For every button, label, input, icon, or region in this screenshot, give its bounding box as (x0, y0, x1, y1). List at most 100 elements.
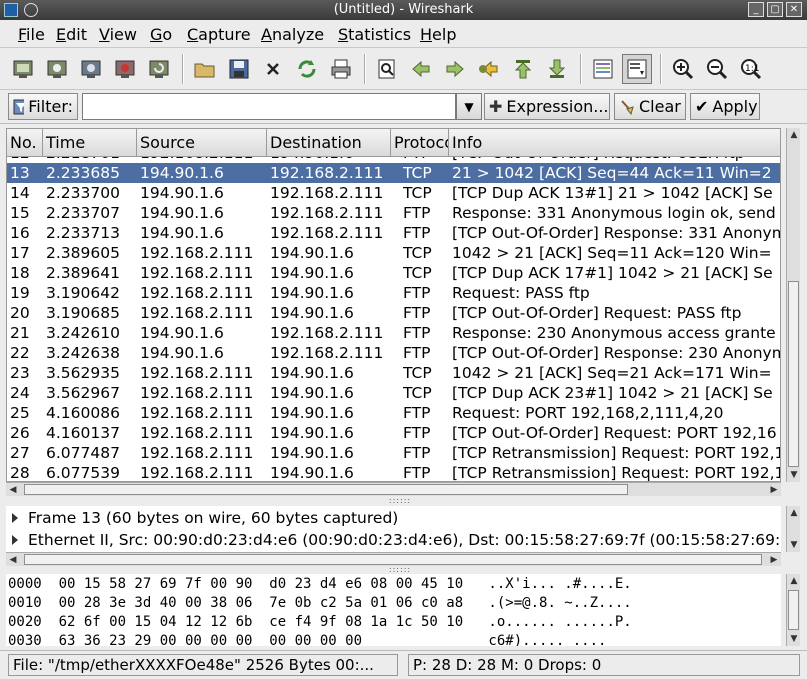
hex-row[interactable]: 0030 63 36 23 29 00 00 00 00 00 00 00 00… (8, 632, 606, 646)
expand-arrow-icon[interactable] (12, 535, 18, 545)
go-to-packet-icon[interactable] (474, 54, 504, 84)
filter-icon (13, 99, 25, 114)
packet-row[interactable]: 21 3.242610 194.90.1.6 192.168.2.111 FTP Resp… (7, 323, 780, 343)
go-back-icon[interactable] (406, 54, 436, 84)
zoom-normal-icon[interactable]: 1:1 (736, 54, 766, 84)
expression-label: Expression... (506, 97, 609, 116)
packet-row[interactable]: 17 2.389605 192.168.2.111 194.90.1.6 TCP 1042… (7, 243, 780, 263)
zoom-in-icon[interactable] (668, 54, 698, 84)
column-header-no[interactable]: No. (7, 129, 43, 156)
packet-row[interactable]: 28 6.077539 192.168.2.111 194.90.1.6 FTP [TCP… (7, 463, 780, 481)
minimize-icon[interactable]: _ (748, 2, 764, 17)
packet-details[interactable]: Frame 13 (60 bytes on wire, 60 bytes cap… (6, 506, 781, 552)
cell-dst: 194.90.1.6 (270, 424, 354, 442)
title-bar[interactable]: (Untitled) - Wireshark _ ▢ ✕ (0, 0, 807, 20)
scroll-right-icon[interactable]: ▶ (767, 553, 781, 567)
restart-capture-icon[interactable] (144, 54, 174, 84)
scroll-up-icon[interactable]: ▲ (787, 128, 801, 142)
reload-icon[interactable] (292, 54, 322, 84)
bytes-vscrollbar[interactable]: ▲ ▼ (786, 574, 800, 646)
pane-splitter[interactable]: :::::: (380, 566, 420, 574)
packet-row[interactable]: 20 3.190685 192.168.2.111 194.90.1.6 FTP [TCP… (7, 303, 780, 323)
packet-bytes[interactable]: 0000 00 15 58 27 69 7f 00 90 d0 23 d4 e6… (6, 574, 781, 646)
details-vscrollbar[interactable]: ▲ ▼ (786, 506, 800, 552)
packet-row[interactable]: 16 2.233713 194.90.1.6 192.168.2.111 FTP [TCP… (7, 223, 780, 243)
packet-row[interactable]: 14 2.233700 194.90.1.6 192.168.2.111 TCP [TCP… (7, 183, 780, 203)
packet-row[interactable]: 25 4.160086 192.168.2.111 194.90.1.6 FTP Requ… (7, 403, 780, 423)
cell-dst: 192.168.2.111 (270, 324, 384, 342)
scroll-left-icon[interactable]: ◀ (6, 483, 20, 497)
tree-item-ethernet[interactable]: Ethernet II, Src: 00:90:d0:23:d4:e6 (00:… (6, 529, 781, 551)
maximize-icon[interactable]: ▢ (767, 2, 783, 17)
hex-row[interactable]: 0020 62 6f 00 15 04 12 12 6b ce f4 9f 08… (8, 613, 632, 632)
details-hscrollbar[interactable]: ◀ ▶ (6, 552, 781, 566)
apply-button[interactable]: ✔ Apply (690, 93, 760, 120)
cell-info: [TCP Retransmission] Request: PORT 192,1 (452, 444, 781, 462)
menu-go[interactable]: Go (150, 25, 172, 44)
menu-view[interactable]: View (99, 25, 137, 44)
start-capture-icon[interactable] (76, 54, 106, 84)
close-icon[interactable]: ✕ (786, 2, 802, 17)
colorize-icon[interactable] (588, 54, 618, 84)
expand-arrow-icon[interactable] (12, 513, 18, 523)
scroll-thumb[interactable] (788, 590, 799, 630)
column-header-time[interactable]: Time (43, 129, 137, 156)
pane-splitter[interactable]: :::::: (380, 497, 420, 505)
zoom-out-icon[interactable] (702, 54, 732, 84)
packet-row[interactable]: 24 3.562967 192.168.2.111 194.90.1.6 TCP [TCP… (7, 383, 780, 403)
packet-row[interactable]: 15 2.233707 194.90.1.6 192.168.2.111 FTP Resp… (7, 203, 780, 223)
packet-list-vscrollbar[interactable]: ▲ ▼ (786, 128, 800, 482)
scroll-left-icon[interactable]: ◀ (6, 553, 20, 567)
close-file-icon[interactable] (258, 54, 288, 84)
hex-row[interactable]: 0010 00 28 3e 3d 40 00 38 06 7e 0b c2 5a… (8, 594, 632, 613)
cell-proto: FTP (403, 204, 431, 222)
scroll-thumb[interactable] (788, 281, 799, 467)
filter-button[interactable]: Filter: (8, 93, 78, 120)
scroll-up-icon[interactable]: ▲ (787, 506, 801, 520)
packet-list-hscrollbar[interactable]: ◀ ▶ (6, 482, 781, 496)
menu-statistics[interactable]: Statistics (338, 25, 411, 44)
scroll-down-icon[interactable]: ▼ (787, 468, 801, 482)
scroll-thumb[interactable] (24, 554, 762, 565)
scroll-up-icon[interactable]: ▲ (787, 574, 801, 588)
go-forward-icon[interactable] (440, 54, 470, 84)
packet-row[interactable]: 23 3.562935 192.168.2.111 194.90.1.6 TCP 1042… (7, 363, 780, 383)
auto-scroll-icon[interactable] (622, 54, 652, 84)
column-header-destination[interactable]: Destination (267, 129, 391, 156)
save-icon[interactable] (224, 54, 254, 84)
packet-row[interactable]: 18 2.389641 192.168.2.111 194.90.1.6 TCP [TCP… (7, 263, 780, 283)
scroll-down-icon[interactable]: ▼ (787, 632, 801, 646)
go-last-packet-icon[interactable] (542, 54, 572, 84)
capture-options-icon[interactable] (42, 54, 72, 84)
packet-list[interactable]: 122.218701192.168.2.111194.90.1.6FTP[TCP… (6, 128, 781, 482)
menu-file[interactable]: File (18, 25, 45, 44)
menu-edit[interactable]: Edit (56, 25, 87, 44)
scroll-right-icon[interactable]: ▶ (767, 483, 781, 497)
filter-input[interactable] (82, 93, 456, 120)
hex-row[interactable]: 0000 00 15 58 27 69 7f 00 90 d0 23 d4 e6… (8, 575, 632, 594)
stop-capture-icon[interactable] (110, 54, 140, 84)
cell-info: [TCP Dup ACK 13#1] 21 > 1042 [ACK] Se (452, 184, 773, 202)
scroll-thumb[interactable] (24, 484, 628, 495)
go-first-packet-icon[interactable] (508, 54, 538, 84)
packet-row[interactable]: 19 3.190642 192.168.2.111 194.90.1.6 FTP Requ… (7, 283, 780, 303)
expression-button[interactable]: ✚ Expression... (484, 93, 610, 120)
open-folder-icon[interactable] (190, 54, 220, 84)
menu-capture[interactable]: Capture (187, 25, 251, 44)
menu-analyze[interactable]: Analyze (261, 25, 324, 44)
clear-button[interactable]: Clear (614, 93, 686, 120)
interfaces-icon[interactable] (8, 54, 38, 84)
menu-help[interactable]: Help (420, 25, 456, 44)
filter-history-dropdown[interactable]: ▼ (456, 93, 482, 120)
find-packet-icon[interactable] (372, 54, 402, 84)
packet-row-selected[interactable]: 13 2.233685 194.90.1.6 192.168.2.111 TCP 21 >… (7, 163, 780, 183)
packet-row[interactable]: 22 3.242638 194.90.1.6 192.168.2.111 FTP [TCP… (7, 343, 780, 363)
tree-item-frame[interactable]: Frame 13 (60 bytes on wire, 60 bytes cap… (6, 507, 781, 529)
print-icon[interactable] (326, 54, 356, 84)
packet-row[interactable]: 26 4.160137 192.168.2.111 194.90.1.6 FTP [TCP… (7, 423, 780, 443)
scroll-down-icon[interactable]: ▼ (787, 538, 801, 552)
packet-row[interactable]: 27 6.077487 192.168.2.111 194.90.1.6 FTP [TCP… (7, 443, 781, 463)
column-header-source[interactable]: Source (137, 129, 267, 156)
column-header-protocol[interactable]: Protoco (391, 129, 449, 156)
column-header-info[interactable]: Info (449, 129, 780, 156)
